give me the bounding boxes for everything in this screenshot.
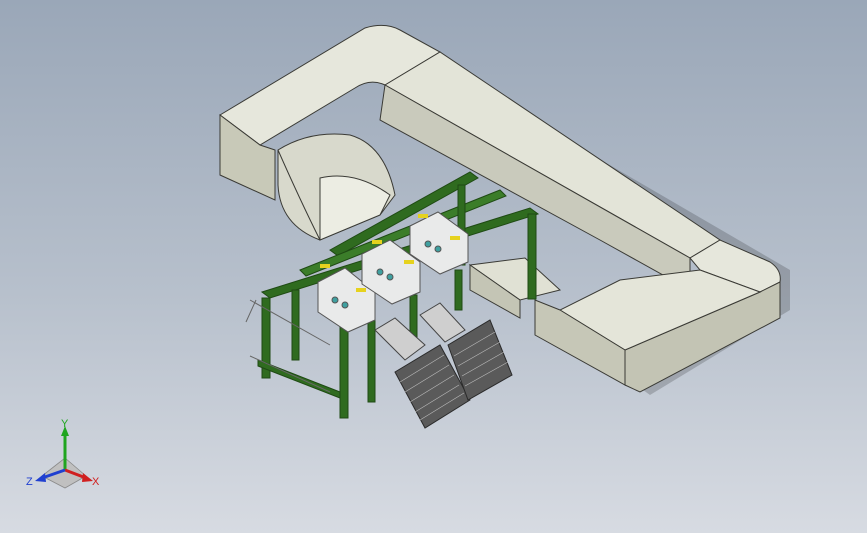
frame-post bbox=[527, 213, 537, 300]
graphics-viewport[interactable]: Y X Z bbox=[0, 0, 867, 533]
axis-triad[interactable]: Y X Z bbox=[20, 418, 110, 498]
frame-post bbox=[339, 319, 349, 419]
3d-model-view[interactable] bbox=[0, 0, 867, 533]
frame-post bbox=[454, 269, 463, 311]
x-axis-label: X bbox=[92, 476, 100, 488]
frame-lower-beam bbox=[257, 359, 341, 399]
frame-post bbox=[291, 289, 300, 361]
y-axis-label: Y bbox=[61, 418, 69, 430]
z-axis-label: Z bbox=[26, 476, 33, 488]
z-axis-arrow bbox=[35, 473, 46, 482]
frame-post bbox=[367, 311, 376, 403]
